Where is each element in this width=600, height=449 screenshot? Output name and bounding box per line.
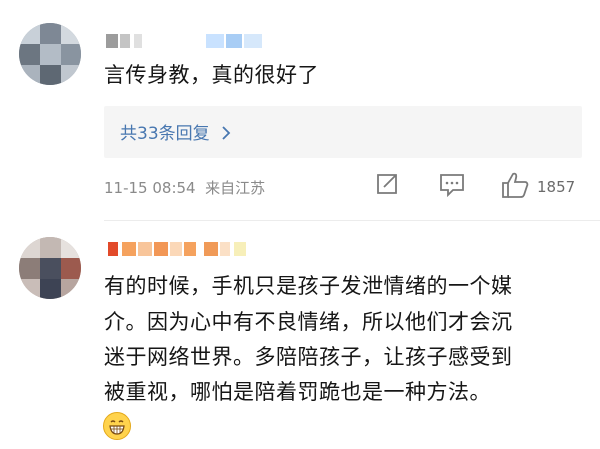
- avatar[interactable]: [19, 237, 81, 299]
- comment-text-line-3: 迷于网络世界。多陪陪孩子，让孩子感受到: [104, 345, 513, 369]
- comment-text-line-1: 有的时候，手机只是孩子发泄情绪的一个媒: [104, 274, 513, 298]
- comment-text-line-4: 被重视，哪怕是陪着罚跪也是一种方法。: [104, 380, 491, 404]
- comment-2: 有的时候，手机只是孩子发泄情绪的一个媒 介。因为心中有不良情绪，所以他们才会沉 …: [0, 0, 600, 449]
- comment-text-line-2: 介。因为心中有不良情绪，所以他们才会沉: [104, 310, 513, 334]
- grin-emoji-icon: [103, 412, 131, 440]
- username-blurred[interactable]: [108, 242, 248, 256]
